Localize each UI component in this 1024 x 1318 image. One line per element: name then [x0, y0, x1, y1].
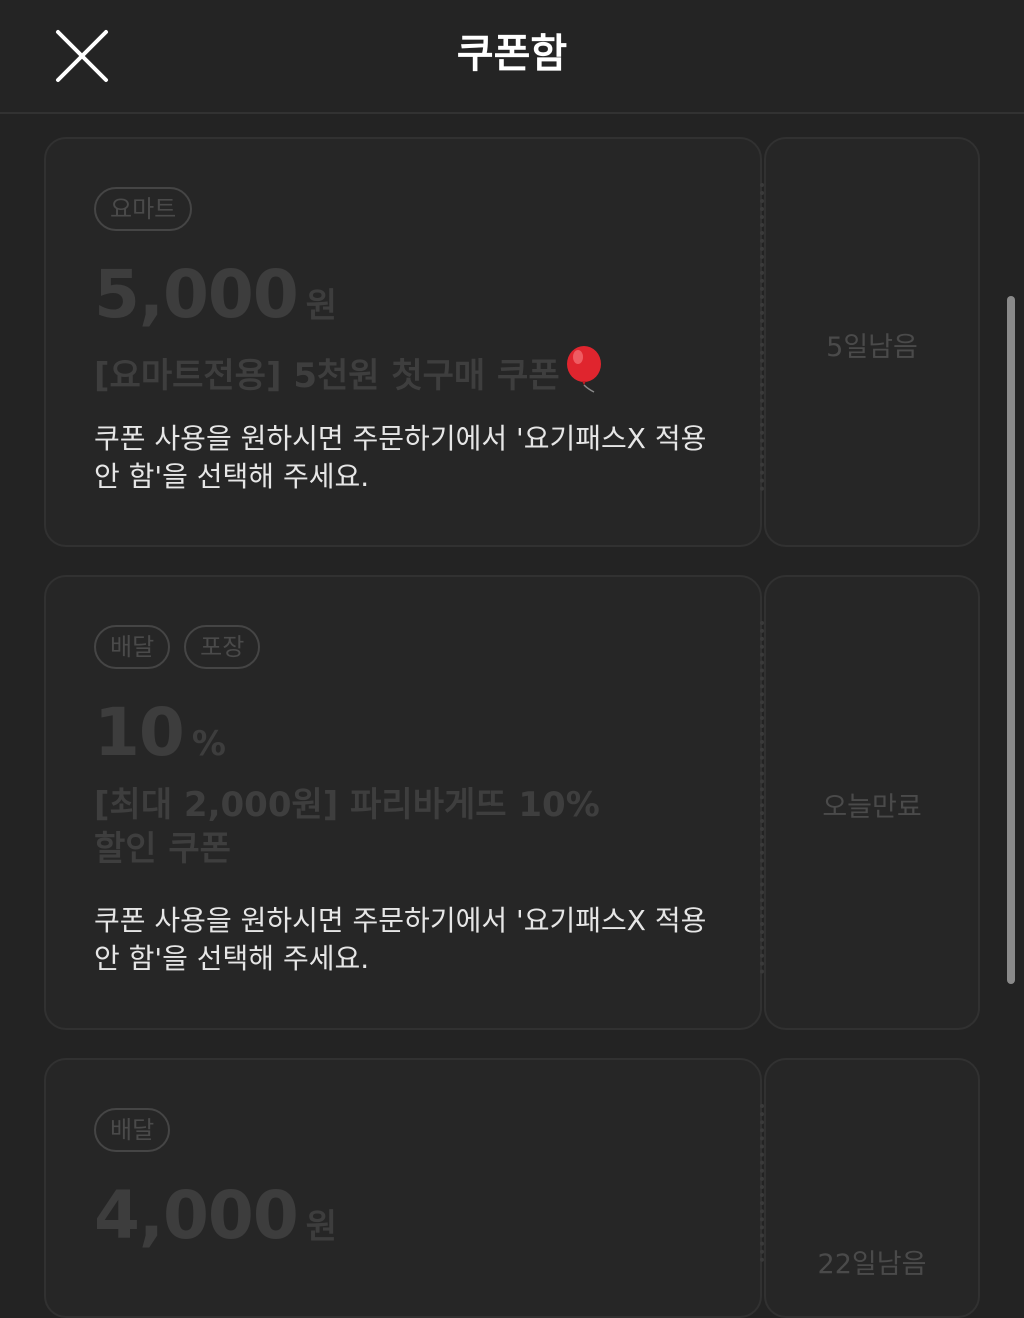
coupon-amount-value: 5,000	[94, 256, 299, 333]
coupon-title: [요마트전용] 5천원 첫구매 쿠폰	[94, 345, 654, 398]
coupon-amount-unit: %	[191, 724, 226, 764]
coupon-tag: 요마트	[94, 187, 193, 231]
coupon-amount: 5,000 원	[94, 255, 337, 335]
coupon-remaining: 5일남음	[826, 332, 918, 363]
coupon-title: [최대 2,000원] 파리바게뜨 10% 할인 쿠폰	[94, 785, 600, 869]
coupon-tag: 배달	[94, 625, 171, 669]
coupon-card[interactable]: 배달 4,000 원 22일남음	[44, 1058, 980, 1318]
coupon-side-section: 5일남음	[764, 137, 980, 547]
coupon-remaining: 오늘만료	[822, 792, 922, 823]
coupon-amount-value: 4,000	[94, 1177, 299, 1254]
coupon-tag: 포장	[184, 625, 261, 669]
coupon-card[interactable]: 요마트 5,000 원 [요마트전용] 5천원 첫구매 쿠폰 쿠폰 사용을 원하시…	[44, 137, 980, 547]
coupon-main-section: 배달 4,000 원	[44, 1058, 762, 1318]
coupon-tag: 배달	[94, 1108, 171, 1152]
coupon-amount-unit: 원	[305, 286, 338, 326]
coupon-amount: 4,000 원	[94, 1176, 337, 1256]
coupon-amount-unit: 원	[305, 1207, 338, 1247]
coupon-card[interactable]: 배달 포장 10% [최대 2,000원] 파리바게뜨 10% 할인 쿠폰 쿠폰…	[44, 575, 980, 1030]
coupon-remaining: 22일남음	[817, 1249, 927, 1280]
header-bar: 쿠폰함	[0, 0, 1024, 114]
coupon-amount: 10%	[94, 693, 226, 773]
balloon-icon	[564, 345, 604, 393]
coupon-title-text: [요마트전용] 5천원 첫구매 쿠폰	[94, 356, 560, 396]
coupon-side-section: 오늘만료	[764, 575, 980, 1030]
scrollbar[interactable]	[1007, 296, 1015, 984]
coupon-side-section: 22일남음	[764, 1058, 980, 1318]
page-title: 쿠폰함	[456, 31, 568, 77]
coupon-main-section: 배달 포장 10% [최대 2,000원] 파리바게뜨 10% 할인 쿠폰 쿠폰…	[44, 575, 762, 1030]
coupon-main-section: 요마트 5,000 원 [요마트전용] 5천원 첫구매 쿠폰 쿠폰 사용을 원하시…	[44, 137, 762, 547]
coupon-note: 쿠폰 사용을 원하시면 주문하기에서 '요기패스X 적용 안 함'을 선택해 주…	[94, 422, 707, 493]
coupon-note: 쿠폰 사용을 원하시면 주문하기에서 '요기패스X 적용 안 함'을 선택해 주…	[94, 904, 707, 975]
coupon-amount-value: 10	[94, 694, 185, 771]
